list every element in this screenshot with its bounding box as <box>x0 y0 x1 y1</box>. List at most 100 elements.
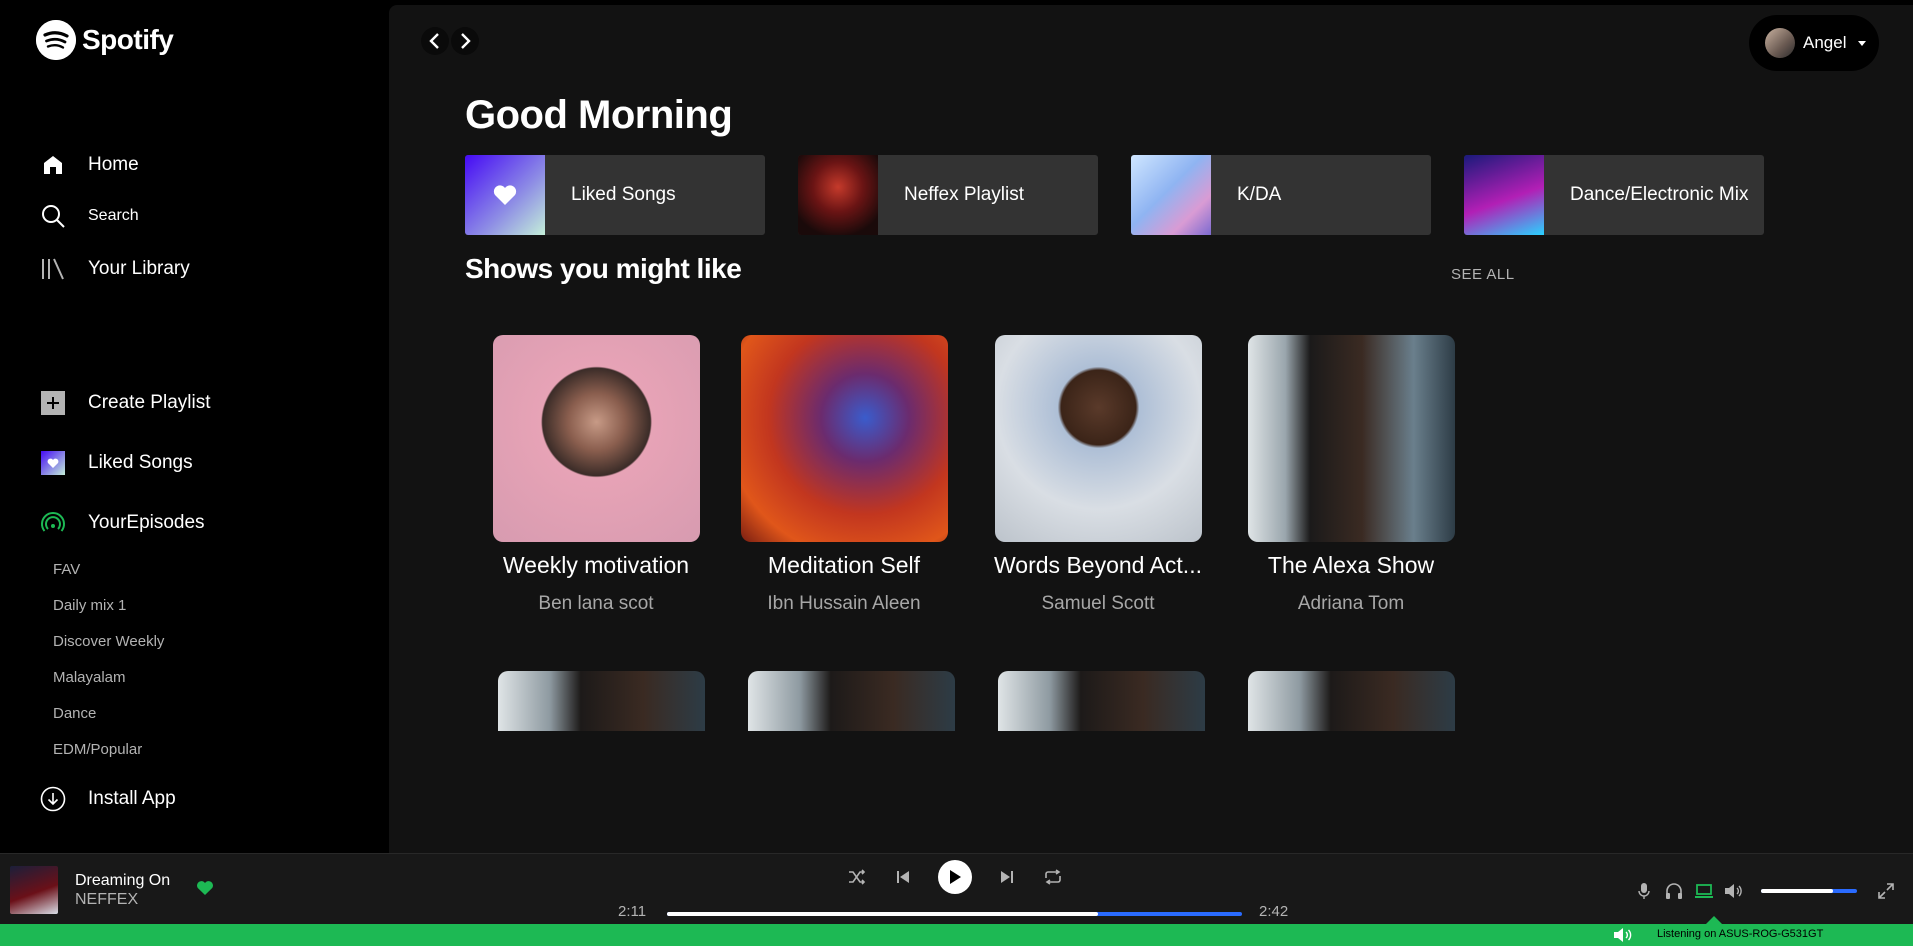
show-cover <box>740 335 948 542</box>
heart-filled-icon <box>197 881 213 895</box>
next-button[interactable] <box>996 866 1018 888</box>
track-artist[interactable]: NEFFEX <box>75 891 138 909</box>
queue-button[interactable] <box>1659 880 1689 902</box>
playlist-item[interactable]: Malayalam <box>53 665 164 701</box>
fullscreen-button[interactable] <box>1871 880 1901 902</box>
mute-button[interactable] <box>1719 880 1749 902</box>
download-icon <box>40 786 66 812</box>
create-playlist-label: Create Playlist <box>88 392 211 413</box>
elapsed-time: 2:11 <box>618 903 647 920</box>
install-app-label: Install App <box>88 788 176 809</box>
show-cover <box>1247 335 1455 542</box>
nav-home[interactable]: Home <box>40 152 139 178</box>
main-content: Angel Good Morning Liked Songs Neffex Pl… <box>389 5 1913 853</box>
heart-icon <box>40 450 66 476</box>
show-card-partial[interactable] <box>498 671 705 731</box>
show-subtitle: Ibn Hussain Aleen <box>767 593 921 614</box>
show-subtitle: Ben lana scot <box>538 593 654 614</box>
user-menu-button[interactable]: Angel <box>1749 15 1879 71</box>
back-button[interactable] <box>421 27 449 55</box>
show-title: Weekly motivation <box>502 552 690 578</box>
playback-controls <box>846 860 1064 894</box>
search-icon <box>40 203 66 229</box>
quick-item-label: Neffex Playlist <box>904 184 1025 205</box>
like-button[interactable] <box>196 880 214 901</box>
volume-fill <box>1761 889 1833 893</box>
connect-device-button[interactable] <box>1689 880 1719 902</box>
device-pointer <box>1706 916 1722 924</box>
show-cover <box>994 335 1202 542</box>
caret-down-icon <box>1858 40 1867 46</box>
show-title: Meditation Self <box>767 552 921 578</box>
play-button[interactable] <box>938 860 972 894</box>
liked-songs-thumb <box>465 155 545 235</box>
your-episodes-link[interactable]: YourEpisodes <box>40 510 205 536</box>
quick-item-label: Dance/Electronic Mix <box>1570 184 1749 205</box>
quick-item-neffex-playlist[interactable]: Neffex Playlist <box>798 155 1098 235</box>
speaker-icon <box>1613 927 1635 946</box>
shuffle-button[interactable] <box>846 866 868 888</box>
quick-item-dance-electronic-mix[interactable]: Dance/Electronic Mix <box>1464 155 1764 235</box>
show-subtitle: Samuel Scott <box>1041 593 1155 614</box>
library-icon <box>40 256 66 282</box>
history-nav <box>421 27 479 55</box>
liked-songs-label: Liked Songs <box>88 452 193 473</box>
playlist-item[interactable]: FAV <box>53 557 164 593</box>
install-app-button[interactable]: Install App <box>40 786 176 812</box>
playlist-item[interactable]: Dance <box>53 701 164 737</box>
laptop-icon <box>1695 884 1713 898</box>
show-title: The Alexa Show <box>1267 552 1435 578</box>
volume-slider[interactable] <box>1761 889 1857 893</box>
forward-button[interactable] <box>451 27 479 55</box>
nav-home-label: Home <box>88 154 139 175</box>
playlist-item[interactable]: EDM/Popular <box>53 737 164 773</box>
show-card-partial[interactable] <box>748 671 955 731</box>
playlist-item[interactable]: Daily mix 1 <box>53 593 164 629</box>
repeat-icon <box>1045 869 1061 885</box>
nav-search[interactable]: Search <box>40 203 139 229</box>
skip-back-icon <box>897 871 909 883</box>
quick-item-kda[interactable]: K/DA <box>1131 155 1431 235</box>
page-title: Good Morning <box>465 93 733 137</box>
device-label[interactable]: Listening on ASUS-ROG-G531GT <box>1657 928 1823 940</box>
repeat-button[interactable] <box>1042 866 1064 888</box>
play-icon <box>950 870 961 884</box>
show-card[interactable]: Words Beyond Act... Samuel Scott <box>993 335 1203 615</box>
plus-icon <box>40 390 66 416</box>
quick-item-label: K/DA <box>1237 184 1282 205</box>
quick-item-label: Liked Songs <box>571 184 676 205</box>
show-card[interactable]: Meditation Self Ibn Hussain Aleen <box>739 335 949 615</box>
lyrics-button[interactable] <box>1629 880 1659 902</box>
show-card-partial[interactable] <box>998 671 1205 731</box>
skip-forward-icon <box>1001 871 1013 883</box>
liked-songs-link[interactable]: Liked Songs <box>40 450 193 476</box>
quick-item-liked-songs[interactable]: Liked Songs <box>465 155 765 235</box>
playlist-item[interactable]: Discover Weekly <box>53 629 164 665</box>
create-playlist-button[interactable]: Create Playlist <box>40 390 211 416</box>
nav-library-label: Your Library <box>88 258 190 279</box>
playlist-list: FAV Daily mix 1 Discover Weekly Malayala… <box>53 557 164 773</box>
duration-time: 2:42 <box>1259 903 1289 920</box>
expand-icon <box>1878 883 1894 899</box>
progress-bar[interactable] <box>667 912 1242 916</box>
shuffle-icon <box>849 869 866 885</box>
neffex-playlist-thumb <box>798 155 878 235</box>
spotify-app: Spotify Home Search Your Library Create … <box>0 0 1913 946</box>
device-bar: Listening on ASUS-ROG-G531GT <box>0 924 1913 946</box>
nav-library[interactable]: Your Library <box>40 256 190 282</box>
spotify-logo[interactable]: Spotify <box>36 20 174 60</box>
show-card-partial[interactable] <box>1248 671 1455 731</box>
track-title[interactable]: Dreaming On <box>75 872 170 890</box>
sidebar: Spotify Home Search Your Library Create … <box>0 0 388 853</box>
show-card[interactable]: The Alexa Show Adriana Tom <box>1246 335 1456 615</box>
spotify-logo-icon <box>36 20 76 60</box>
kda-thumb <box>1131 155 1211 235</box>
see-all-link[interactable]: SEE ALL <box>1451 266 1515 283</box>
album-art[interactable] <box>10 866 58 914</box>
heart-icon <box>493 185 517 205</box>
show-card[interactable]: Weekly motivation Ben lana scot <box>491 335 701 615</box>
previous-button[interactable] <box>892 866 914 888</box>
nav-search-label: Search <box>88 207 139 224</box>
show-subtitle: Adriana Tom <box>1297 593 1405 614</box>
show-title: Words Beyond Act... <box>994 552 1202 578</box>
